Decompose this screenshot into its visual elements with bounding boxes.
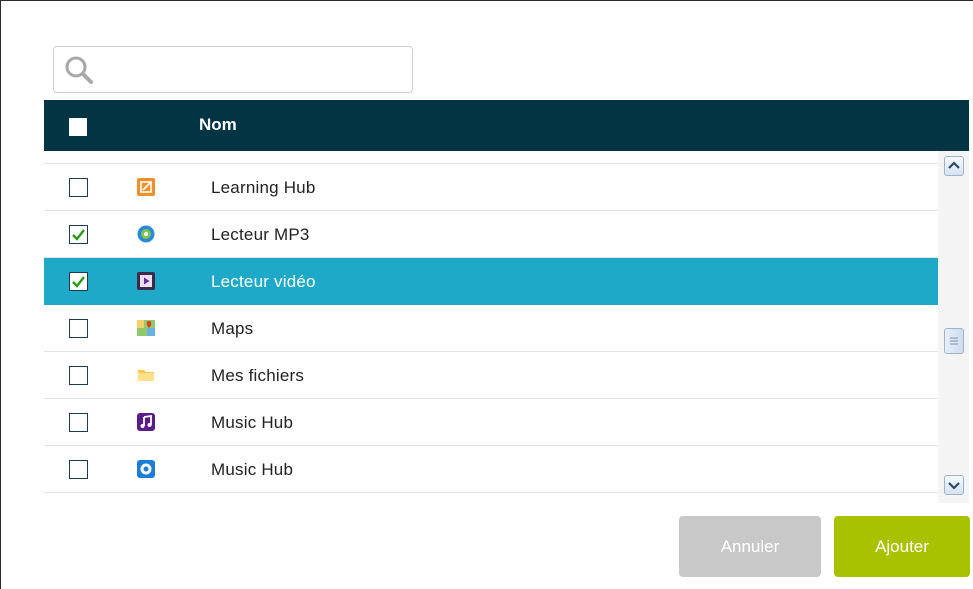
list-item[interactable]: Maps (44, 305, 938, 352)
list-header: Nom (44, 100, 969, 151)
cancel-button[interactable]: Annuler (679, 516, 821, 577)
app-list: Learning Hub Lecteur MP3 Lecteur vidéo M… (44, 151, 969, 503)
list-item[interactable]: Music Hub (44, 446, 938, 493)
row-checkbox[interactable] (69, 366, 88, 385)
row-checkbox[interactable] (69, 319, 88, 338)
checkmark-icon (72, 276, 85, 288)
row-checkbox-checked[interactable] (69, 272, 88, 291)
add-button[interactable]: Ajouter (834, 516, 970, 577)
list-scrollbar[interactable] (938, 151, 969, 503)
row-checkbox[interactable] (69, 413, 88, 432)
list-item-label: Lecteur vidéo (211, 272, 316, 291)
list-item-label: Music Hub (211, 413, 294, 432)
list-item-label: Mes fichiers (211, 366, 305, 385)
app-list-rows: Learning Hub Lecteur MP3 Lecteur vidéo M… (44, 151, 938, 503)
music-hub-alt-icon (137, 460, 155, 478)
list-item-label: Learning Hub (211, 178, 316, 197)
column-header-name[interactable]: Nom (199, 115, 237, 135)
scroll-thumb[interactable] (944, 328, 964, 354)
select-all-checkbox[interactable] (69, 118, 87, 136)
list-item[interactable]: Music Hub (44, 399, 938, 446)
search-box (53, 46, 413, 93)
list-item[interactable] (44, 493, 938, 503)
checkmark-icon (72, 229, 85, 241)
scroll-up-button[interactable] (944, 156, 964, 176)
list-item-selected[interactable]: Lecteur vidéo (44, 258, 938, 305)
row-checkbox[interactable] (69, 178, 88, 197)
row-checkbox[interactable] (69, 460, 88, 479)
music-player-icon (137, 225, 155, 243)
grip-icon (950, 337, 958, 345)
folder-icon (138, 370, 154, 381)
list-item[interactable]: Learning Hub (44, 164, 938, 211)
row-checkbox-checked[interactable] (69, 225, 88, 244)
list-item-label: Lecteur MP3 (211, 225, 310, 244)
list-item-label: Music Hub (211, 460, 294, 479)
list-item[interactable] (44, 151, 938, 164)
video-player-icon (137, 272, 155, 290)
list-item-label: Maps (211, 319, 254, 338)
search-input[interactable] (102, 53, 402, 86)
scroll-down-button[interactable] (944, 475, 964, 495)
chevron-down-icon (948, 482, 960, 490)
search-icon (65, 56, 93, 84)
chevron-up-icon (948, 161, 960, 169)
maps-icon (137, 320, 155, 336)
learning-hub-icon (137, 178, 155, 196)
music-hub-icon (137, 413, 155, 431)
list-item[interactable]: Lecteur MP3 (44, 211, 938, 258)
app-picker-dialog: Nom Learning Hub Lecteur MP3 Lecteur vid… (0, 0, 973, 589)
list-item[interactable]: Mes fichiers (44, 352, 938, 399)
